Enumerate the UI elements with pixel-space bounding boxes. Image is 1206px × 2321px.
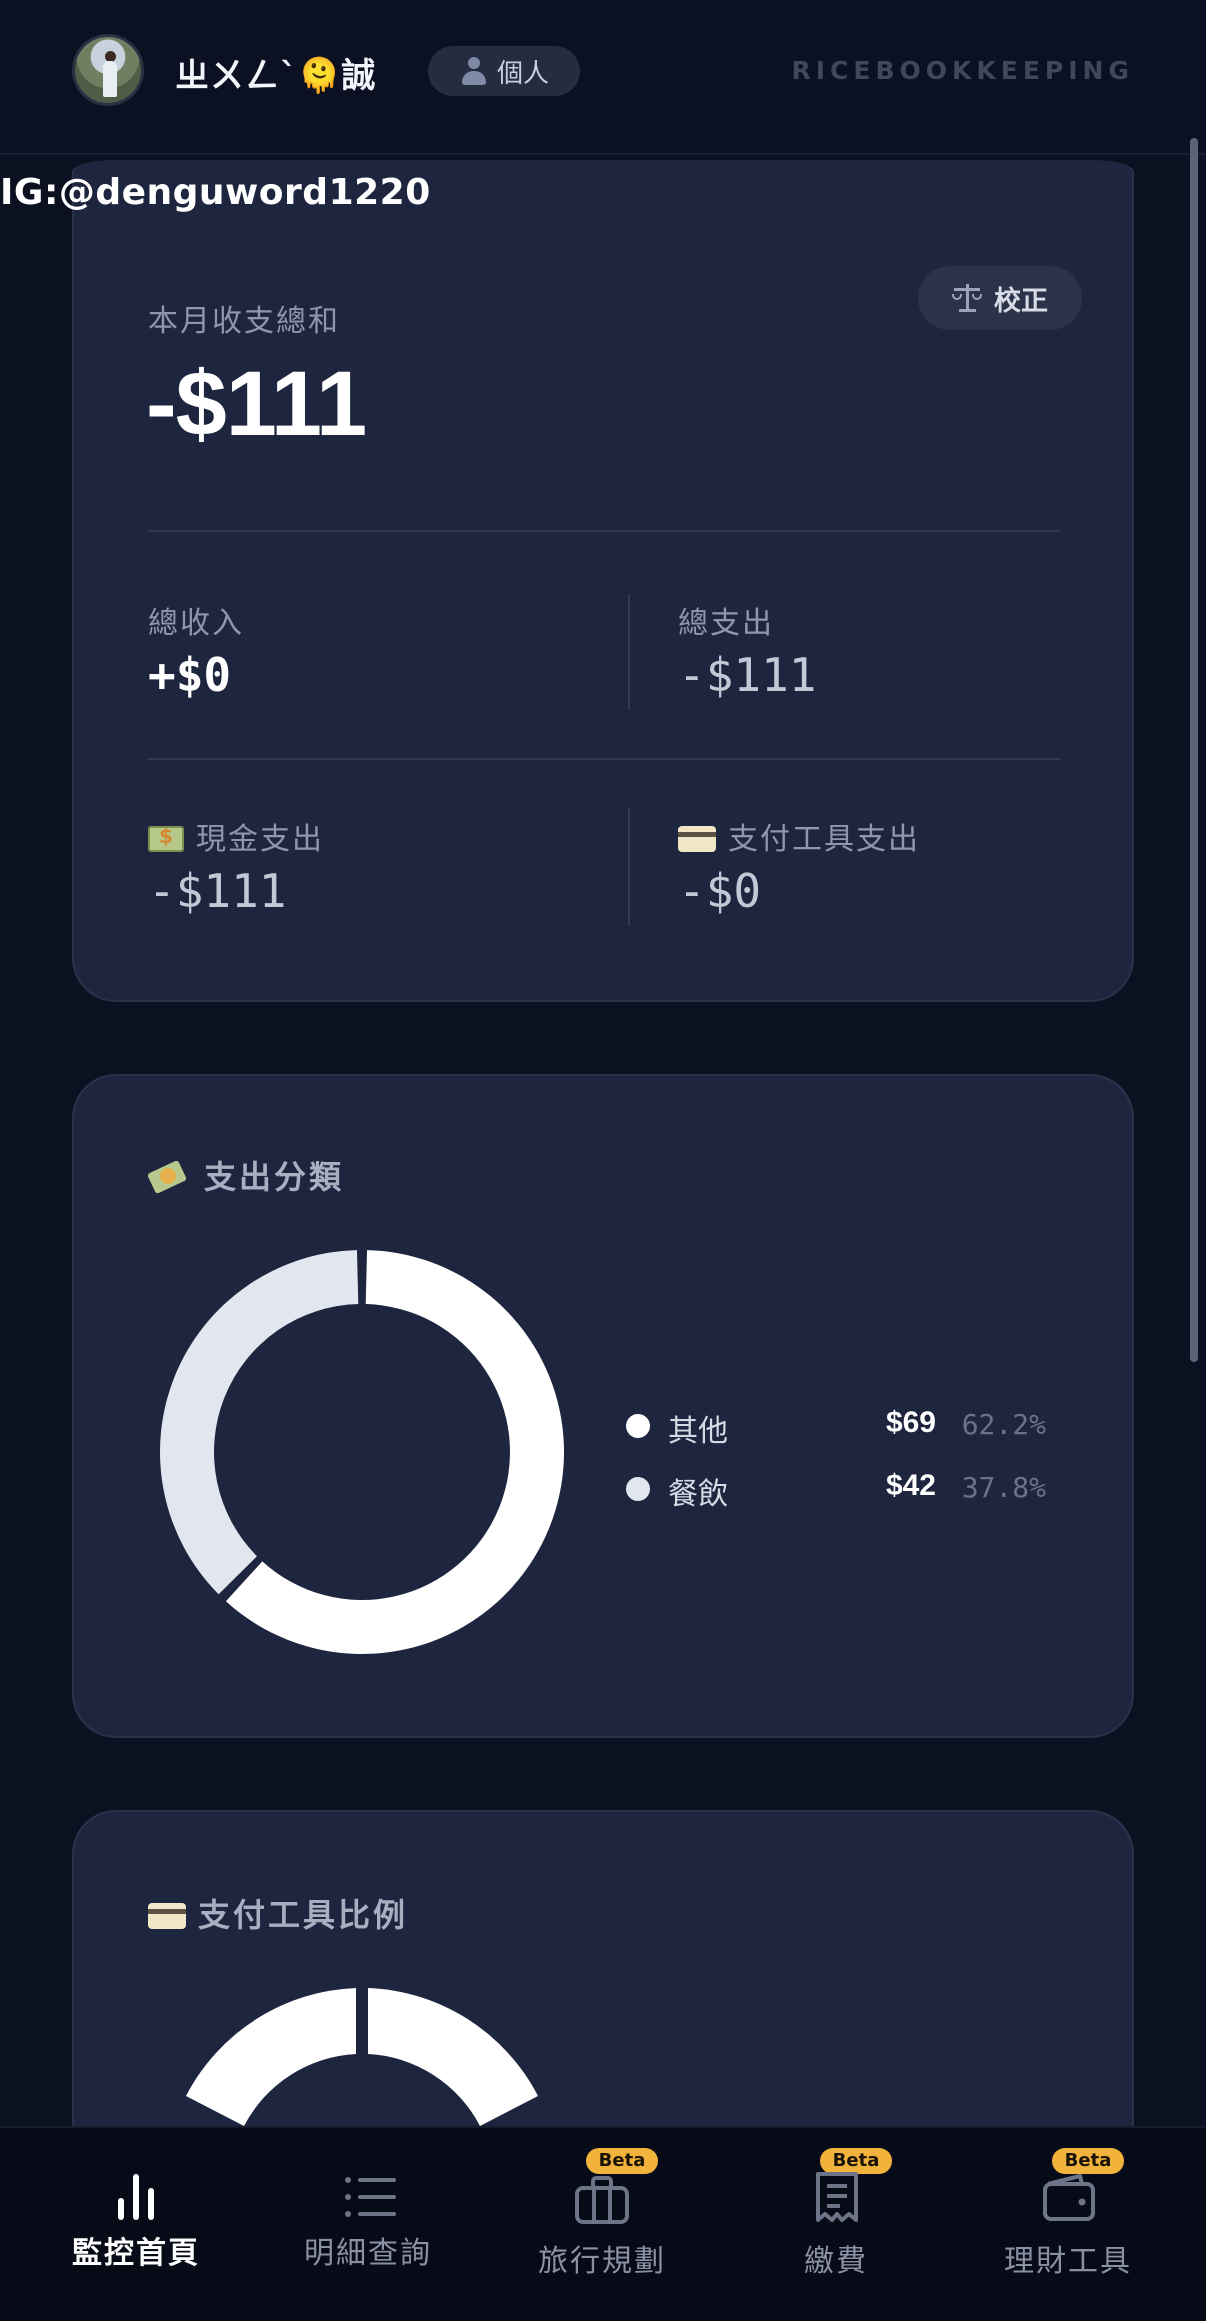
cash-expense-label: 現金支出 [148, 814, 324, 858]
legend-dot [626, 1477, 650, 1501]
mode-switch-button[interactable]: 個人 [428, 46, 580, 96]
bar-chart-icon [118, 2174, 154, 2220]
nav-item-home[interactable]: 監控首頁 [20, 2128, 252, 2321]
legend-name: 其他 [668, 1414, 728, 1449]
payment-donut-arc [186, 1988, 356, 2126]
scale-icon [952, 282, 982, 314]
nav-label: 明細查詢 [304, 2236, 432, 2271]
nav-item-details[interactable]: 明細查詢 [252, 2128, 484, 2321]
donut-slice-餐飲[interactable] [160, 1250, 359, 1595]
scrollbar-thumb[interactable] [1190, 138, 1198, 1362]
credit-card-icon [148, 1903, 186, 1929]
income-label: 總收入 [148, 606, 244, 641]
payment-donut-arc [368, 1988, 538, 2126]
avatar-figure-body [103, 61, 117, 97]
nav-item-travel[interactable]: Beta 旅行規劃 [486, 2128, 718, 2321]
monthly-total-value: -$111 [146, 353, 367, 455]
legend-percent: 62.2% [961, 1408, 1046, 1441]
nav-label: 繳費 [804, 2244, 868, 2279]
cash-icon [148, 824, 184, 852]
calibrate-button[interactable]: 校正 [918, 266, 1082, 330]
beta-badge: Beta [1052, 2148, 1124, 2174]
category-card-title: 支出分類 [148, 1152, 344, 1198]
payment-expense-label: 支付工具支出 [678, 814, 920, 858]
category-donut-chart[interactable] [160, 1250, 564, 1654]
nav-label: 旅行規劃 [538, 2244, 666, 2279]
income-value: +$0 [148, 648, 232, 702]
receipt-icon [816, 2172, 858, 2222]
expense-label: 總支出 [678, 606, 774, 641]
nav-label: 監控首頁 [72, 2236, 200, 2271]
legend-percent: 37.8% [961, 1471, 1046, 1504]
legend-item[interactable]: 其他 $69 62.2% [626, 1404, 1046, 1449]
legend-amount: $42 [885, 1469, 936, 1502]
payment-expense-value: -$0 [678, 864, 762, 918]
legend-amount: $69 [885, 1406, 936, 1439]
nav-item-bills[interactable]: Beta 繳費 [720, 2128, 952, 2321]
calibrate-label: 校正 [994, 285, 1048, 317]
nav-label: 理財工具 [1004, 2244, 1132, 2279]
brand-name: RICEBOOKKEEPING [791, 56, 1134, 85]
divider [148, 758, 1060, 760]
credit-card-icon [678, 826, 716, 852]
divider [148, 530, 1060, 532]
beta-badge: Beta [586, 2148, 658, 2174]
avatar[interactable] [72, 34, 144, 106]
mode-label: 個人 [496, 58, 549, 89]
legend-item[interactable]: 餐飲 $42 37.8% [626, 1467, 1046, 1512]
bottom-nav: 監控首頁 明細查詢 Beta 旅行規劃 Beta 繳費 Beta 理財工具 [0, 2126, 1206, 2321]
wallet-icon [1043, 2174, 1095, 2221]
divider-vertical [628, 594, 630, 710]
legend-dot [626, 1414, 650, 1438]
suitcase-icon [575, 2176, 629, 2224]
divider-vertical [628, 808, 630, 926]
app-header: ㄓㄨㄥˋ🫠誠 個人 RICEBOOKKEEPING [0, 0, 1206, 155]
expense-value: -$111 [678, 648, 817, 702]
nav-item-finance-tools[interactable]: Beta 理財工具 [952, 2128, 1184, 2321]
payment-tool-card-title: 支付工具比例 [148, 1890, 408, 1936]
money-wings-icon [148, 1160, 188, 1194]
ig-handle-overlay: IG:@denguword1220 [0, 172, 431, 213]
person-icon [459, 56, 489, 86]
monthly-total-label: 本月收支總和 [148, 304, 340, 339]
username: ㄓㄨㄥˋ🫠誠 [175, 56, 377, 96]
list-icon [345, 2177, 396, 2217]
legend-name: 餐飲 [668, 1477, 728, 1512]
cash-expense-value: -$111 [148, 864, 287, 918]
payment-donut-chart[interactable] [160, 1986, 564, 2126]
